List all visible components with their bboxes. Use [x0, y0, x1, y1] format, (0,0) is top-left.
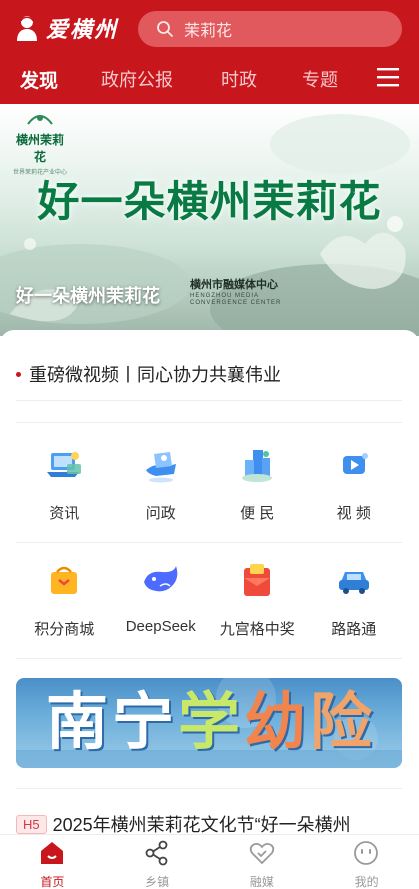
grid-item-convenience[interactable]: 便 民 [209, 430, 306, 540]
divider [16, 422, 402, 423]
grid-item-traffic[interactable]: 路路通 [306, 546, 403, 656]
lottery-envelope-icon [244, 564, 270, 596]
media-center-en-1: HENGZHOU MEDIA [190, 293, 260, 299]
grid-item-news[interactable]: 资讯 [16, 430, 113, 540]
promo-char-2: 宁 [111, 685, 174, 758]
divider [16, 658, 402, 659]
nav-tab-topics[interactable]: 专题 [302, 66, 338, 92]
news-laptop-icon [47, 452, 81, 477]
promo-char-5: 险 [310, 685, 373, 758]
grid-item-points-mall[interactable]: 积分商城 [16, 546, 113, 656]
media-center-en-2: CONVERGENCE CENTER [190, 300, 282, 306]
divider [16, 542, 402, 543]
grid-label-points-mall: 积分商城 [34, 621, 95, 638]
tab-media[interactable]: 融媒 [210, 835, 315, 889]
tab-home[interactable]: 首页 [0, 835, 105, 889]
tab-towns[interactable]: 乡镇 [105, 835, 210, 889]
grid-label-video: 视 频 [336, 505, 371, 522]
nav-tab-discover[interactable]: 发现 [20, 66, 58, 93]
nav-tab-politics[interactable]: 时政 [221, 66, 257, 92]
leaf-logo-icon [27, 115, 53, 125]
user-face-icon [354, 841, 379, 865]
service-grid-row-1: 资讯 问政 便 民 视 频 [16, 430, 402, 540]
tab-label-home: 首页 [40, 875, 65, 889]
app-page: 爱横州 茉莉花 发现 政府公报 时政 专题 横州茉莉花 世界茉莉花产业中心 好一… [0, 0, 419, 889]
tab-label-towns: 乡镇 [145, 875, 170, 889]
grid-label-convenience: 便 民 [240, 505, 275, 522]
content-card: 重磅微视频丨同心协力共襄伟业 资讯 问政 便 民 视 频 积分商城 DeepSe… [0, 330, 419, 840]
service-grid-row-2: 积分商城 DeepSeek 九宫格中奖 路路通 [16, 546, 402, 656]
search-icon [157, 21, 173, 37]
grid-label-lottery: 九宫格中奖 [219, 621, 295, 638]
header: 爱横州 茉莉花 发现 政府公报 时政 专题 [0, 0, 419, 104]
heart-hand-icon [249, 842, 274, 865]
grid-label-deepseek: DeepSeek [125, 618, 196, 635]
divider [16, 400, 402, 401]
share-network-icon [145, 840, 168, 866]
banner-caption: 好一朵横州茉莉花 [16, 286, 160, 306]
menu-icon[interactable] [376, 66, 400, 88]
grid-item-deepseek[interactable]: DeepSeek [113, 546, 210, 656]
grid-item-inquiry[interactable]: 问政 [113, 430, 210, 540]
headline-item[interactable]: 重磅微视频丨同心协力共襄伟业 [16, 350, 402, 398]
grid-item-video[interactable]: 视 频 [306, 430, 403, 540]
promo-char-1: 南 [45, 685, 108, 758]
tab-mine[interactable]: 我的 [314, 835, 419, 889]
hero-banner[interactable]: 横州茉莉花 世界茉莉花产业中心 好一朵横州茉莉花 好一朵横州茉莉花 横州市融媒体… [0, 104, 419, 336]
grid-label-traffic: 路路通 [331, 621, 377, 638]
promo-title: 南 宁 学 幼 险 [16, 684, 402, 760]
nav-tab-gazette[interactable]: 政府公报 [101, 66, 173, 92]
divider [16, 788, 402, 789]
banner-logo-title: 横州茉莉花 [15, 133, 64, 164]
grid-item-lottery[interactable]: 九宫格中奖 [209, 546, 306, 656]
inquiry-hand-icon [145, 452, 176, 483]
app-logo[interactable]: 爱横州 [14, 12, 118, 44]
bullet-dot [16, 371, 21, 377]
banner-brand-logo: 横州茉莉花 世界茉莉花产业中心 [12, 112, 68, 176]
media-center-name: 横州市融媒体中心 [190, 278, 278, 291]
promo-banner[interactable]: 南 宁 学 幼 险 [16, 678, 402, 768]
convenience-buildings-icon [242, 450, 272, 482]
tab-label-mine: 我的 [354, 875, 379, 889]
tab-label-media: 融媒 [249, 875, 274, 889]
promo-char-4: 幼 [244, 685, 307, 758]
news-tag-badge: H5 [16, 814, 47, 834]
logo-text: 爱横州 [46, 17, 119, 43]
promo-char-3: 学 [177, 685, 240, 758]
search-input[interactable]: 茉莉花 [138, 11, 402, 47]
car-traffic-icon [338, 572, 369, 594]
points-mall-bag-icon [51, 566, 77, 594]
headline-text: 重磅微视频丨同心协力共襄伟业 [29, 365, 281, 385]
grid-label-news: 资讯 [49, 505, 80, 522]
home-icon [41, 842, 63, 864]
bottom-tab-bar: 首页 乡镇 融媒 我的 [0, 834, 419, 889]
search-placeholder: 茉莉花 [184, 23, 233, 40]
media-center-brand: 横州市融媒体中心 HENGZHOU MEDIA CONVERGENCE CENT… [190, 276, 281, 306]
top-nav: 发现 政府公报 时政 专题 [0, 60, 419, 100]
deepseek-whale-icon [143, 566, 177, 592]
grid-label-inquiry: 问政 [145, 505, 176, 522]
banner-headline: 好一朵横州茉莉花 [37, 177, 382, 226]
video-play-icon [342, 453, 368, 474]
logo-bust-icon [17, 16, 37, 41]
